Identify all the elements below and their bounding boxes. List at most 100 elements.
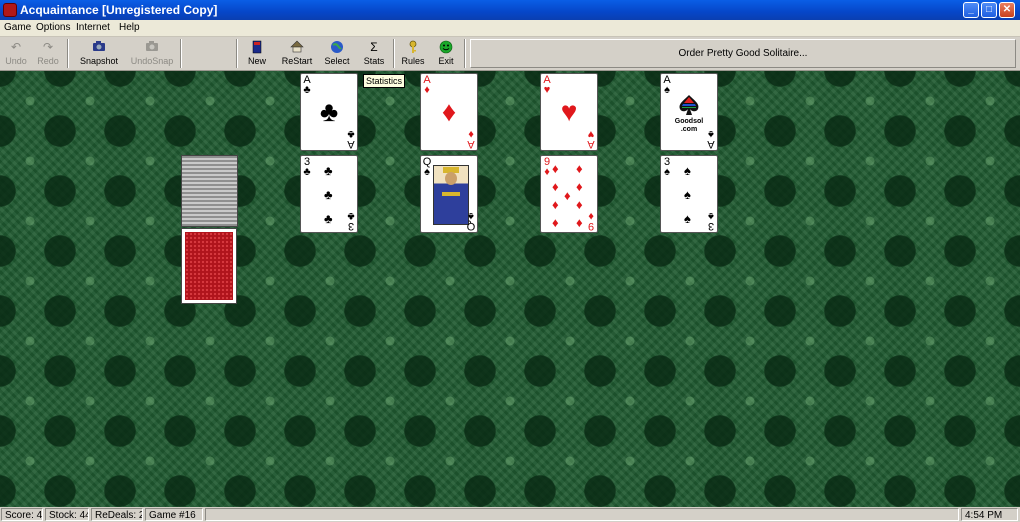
card-pip: ♣ (324, 163, 333, 178)
foundation-1-top-card[interactable]: 3 ♣ ♣ ♣ ♣ 3 ♣ (300, 155, 358, 233)
close-button[interactable]: ✕ (999, 2, 1015, 18)
minimize-button[interactable]: _ (963, 2, 979, 18)
new-button[interactable]: New (242, 37, 272, 70)
card-suit: ♠ (708, 128, 714, 140)
card-pip: ♦ (576, 179, 583, 194)
menu-game[interactable]: Game (4, 22, 31, 33)
rules-button[interactable]: Rules (398, 37, 428, 70)
status-stock: Stock: 44 (45, 508, 89, 521)
new-label: New (247, 56, 266, 66)
foundation-3-top-card[interactable]: 9 ♦ ♦ ♦ ♦ ♦ ♦ ♦ ♦ ♦ ♦ 9 ♦ (540, 155, 598, 233)
exit-button[interactable]: Exit (432, 37, 460, 70)
card-pip: ♦ (552, 215, 559, 230)
undosnap-button[interactable]: UndoSnap (128, 37, 176, 70)
status-game: Game #16 (145, 508, 203, 521)
card-suit: ♠ (424, 166, 430, 178)
card-suit: ♠ (664, 166, 670, 178)
window-title: Acquaintance [Unregistered Copy] (20, 3, 218, 17)
card-pip: ♦ (552, 179, 559, 194)
card-suit: ♠ (468, 210, 474, 222)
snapshot-label: Snapshot (79, 56, 119, 66)
card-suit: ♠ (708, 210, 714, 222)
card-pip: ♠ (684, 211, 691, 226)
goodsol-spade-logo (679, 95, 699, 115)
status-bar: Score: 4 Stock: 44 ReDeals: 2 Game #16 4… (0, 507, 1020, 522)
key-icon (406, 40, 420, 54)
maximize-button[interactable]: □ (981, 2, 997, 18)
card-suit: ♦ (424, 84, 430, 96)
foundation-4-base-card[interactable]: A ♠ Goodsol .com A ♠ (660, 73, 718, 151)
exit-label: Exit (438, 56, 454, 66)
waste-card-back[interactable] (181, 228, 237, 304)
foundation-2-top-card[interactable]: Q ♠ Q ♠ (420, 155, 478, 233)
select-button[interactable]: Select (320, 37, 354, 70)
redo-icon: ↷ (42, 40, 54, 54)
rules-label: Rules (401, 56, 425, 66)
queen-portrait (433, 165, 469, 225)
status-message (205, 508, 959, 521)
toolbar-separator (393, 39, 395, 68)
status-clock: 4:54 PM (961, 508, 1018, 521)
card-suit: ♥ (543, 84, 551, 96)
menu-bar: Game Options Internet Help (0, 20, 1020, 37)
redo-label: Redo (37, 56, 59, 66)
app-icon[interactable] (3, 3, 17, 17)
deck-icon (250, 40, 264, 54)
card-suit: ♠ (664, 84, 670, 96)
undo-icon: ↶ (10, 40, 22, 54)
toolbar-separator (67, 39, 69, 68)
card-center-pip: ♣ (319, 96, 339, 127)
card-pip: ♦ (552, 197, 559, 212)
card-pip: ♦ (564, 188, 571, 203)
card-pip: ♦ (576, 215, 583, 230)
card-pip: ♠ (684, 187, 691, 202)
card-pip: ♦ (576, 161, 583, 176)
undo-button[interactable]: ↶ Undo (0, 37, 32, 70)
card-pip: ♣ (324, 187, 333, 202)
card-center-pip: ♥ (560, 96, 578, 127)
play-area[interactable] (0, 71, 1020, 507)
undo-label: Undo (5, 56, 27, 66)
title-bar[interactable]: Acquaintance [Unregistered Copy] _ □ ✕ (0, 0, 1020, 20)
foundation-2-base-card[interactable]: A ♦ ♦ A ♦ (420, 73, 478, 151)
smiley-icon (439, 40, 453, 54)
card-suit: ♣ (303, 84, 311, 96)
card-pip: ♦ (552, 161, 559, 176)
foundation-4-top-card[interactable]: 3 ♠ ♠ ♠ ♠ 3 ♠ (660, 155, 718, 233)
card-suit: ♦ (588, 210, 594, 222)
stats-button[interactable]: Σ Stats (359, 37, 389, 70)
redo-button[interactable]: ↷ Redo (32, 37, 64, 70)
card-suit: ♣ (347, 210, 355, 222)
foundation-3-base-card[interactable]: A ♥ ♥ A ♥ (540, 73, 598, 151)
stock-pile[interactable] (181, 155, 238, 227)
foundation-1-base-card[interactable]: A ♣ ♣ A ♣ (300, 73, 358, 151)
card-suit: ♣ (303, 166, 311, 178)
card-center-pip: ♦ (441, 96, 457, 127)
menu-options[interactable]: Options (36, 22, 70, 33)
order-button[interactable]: Order Pretty Good Solitaire... (470, 39, 1016, 68)
house-icon (290, 40, 304, 54)
card-suit: ♦ (468, 128, 474, 140)
select-label: Select (324, 56, 350, 66)
card-pip: ♠ (684, 163, 691, 178)
camera-icon (92, 40, 106, 54)
card-suit: ♥ (587, 128, 595, 140)
stats-tooltip: Statistics (363, 74, 406, 88)
toolbar-separator (464, 39, 466, 68)
card-suit: ♦ (544, 166, 550, 178)
menu-help[interactable]: Help (119, 22, 140, 33)
card-pip: ♦ (576, 197, 583, 212)
card-suit: ♣ (347, 128, 355, 140)
toolbar-separator (180, 39, 182, 68)
toolbar: ↶ Undo ↷ Redo Snapshot UndoSnap New ReSt… (0, 37, 1020, 71)
menu-internet[interactable]: Internet (76, 22, 110, 33)
status-redeals: ReDeals: 2 (91, 508, 143, 521)
restart-label: ReStart (281, 56, 313, 66)
card-pip: ♣ (324, 211, 333, 226)
status-score: Score: 4 (1, 508, 43, 521)
undosnap-label: UndoSnap (130, 56, 174, 66)
snapshot-button[interactable]: Snapshot (76, 37, 122, 70)
toolbar-separator (236, 39, 238, 68)
restart-button[interactable]: ReStart (279, 37, 315, 70)
camera-icon (145, 40, 159, 54)
